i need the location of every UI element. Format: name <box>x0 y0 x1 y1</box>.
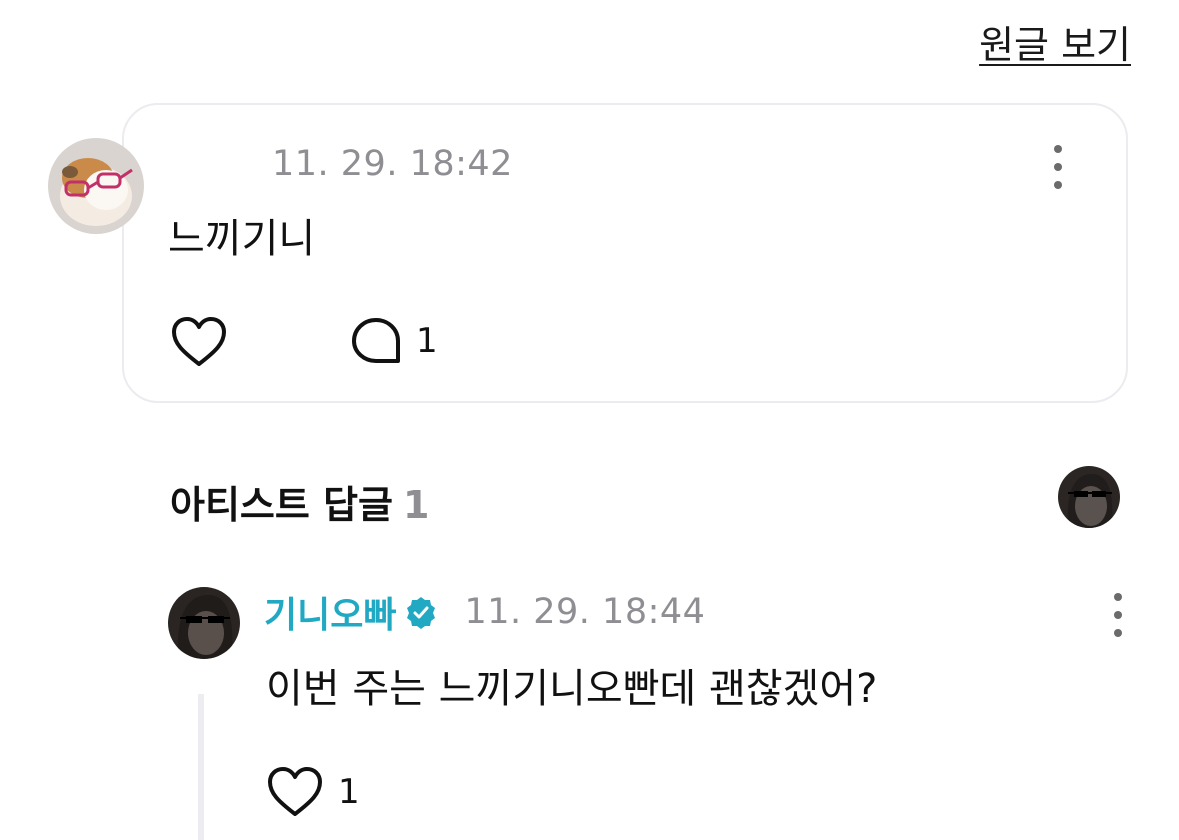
dot <box>1114 611 1122 619</box>
artist-avatar-small[interactable] <box>1058 466 1120 528</box>
masked-username <box>150 154 250 174</box>
avatar[interactable] <box>48 138 144 234</box>
artist-avatar-image <box>1058 466 1120 528</box>
heart-icon <box>172 317 226 366</box>
reply-like-button[interactable]: 1 <box>266 766 360 818</box>
dot <box>1054 163 1062 171</box>
reply-text: 이번 주는 느끼기니오빤데 괜찮겠어? <box>266 666 878 712</box>
comment-text: 느끼기니 <box>168 216 316 262</box>
dot <box>1114 629 1122 637</box>
reply-meta: 기니오빠 11. 29. 18:44 <box>264 588 705 636</box>
comment-timestamp: 11. 29. 18:42 <box>272 144 513 184</box>
view-original-link[interactable]: 원글 보기 <box>979 14 1131 69</box>
comment-bubble-icon <box>352 318 400 363</box>
reply-count: 1 <box>416 321 438 361</box>
heart-icon <box>268 767 322 816</box>
artist-replies-title: 아티스트 답글 1 <box>170 474 429 529</box>
reply-button[interactable]: 1 <box>350 316 438 366</box>
artist-avatar-image <box>168 587 240 659</box>
artist-replies-count: 1 <box>403 483 430 527</box>
dot <box>1114 593 1122 601</box>
reply-author[interactable]: 기니오빠 <box>264 586 396 638</box>
artist-replies-label: 아티스트 답글 <box>170 483 393 527</box>
comment-meta: 11. 29. 18:42 <box>150 140 513 188</box>
reply-more-button[interactable] <box>1108 593 1128 637</box>
verified-badge-icon <box>404 595 438 629</box>
artist-avatar[interactable] <box>168 587 240 659</box>
like-button[interactable] <box>170 316 228 368</box>
dot <box>1054 145 1062 153</box>
reply-timestamp: 11. 29. 18:44 <box>464 592 706 632</box>
hamster-avatar-image <box>48 138 144 234</box>
thread-line <box>198 694 204 840</box>
dot <box>1054 181 1062 189</box>
comment-more-button[interactable] <box>1048 145 1068 189</box>
reply-like-count: 1 <box>338 772 360 812</box>
